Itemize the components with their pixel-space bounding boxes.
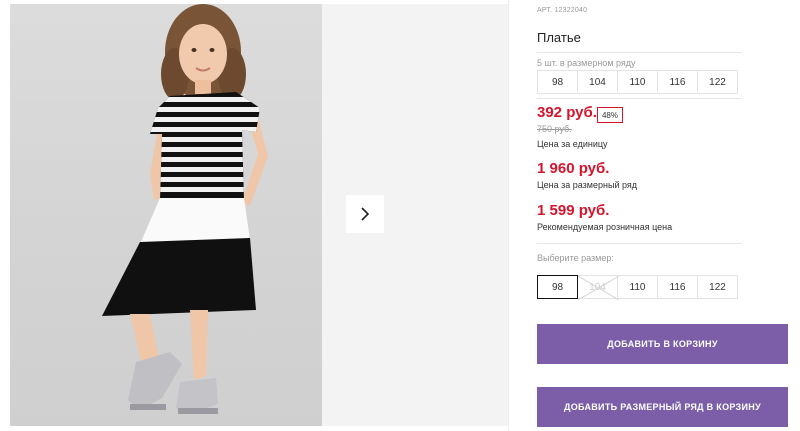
size-row-cell: 122: [697, 70, 738, 94]
size-option-122[interactable]: 122: [697, 275, 738, 299]
size-row-grid: 98 104 110 116 122: [537, 70, 738, 94]
choose-size-label: Выберите размер:: [537, 253, 614, 263]
product-gallery: [0, 0, 508, 431]
product-title: Платье: [537, 30, 581, 45]
unit-price: 392 руб.: [537, 104, 597, 121]
old-price: 750 руб.: [537, 124, 572, 134]
size-option-116[interactable]: 116: [657, 275, 698, 299]
add-size-row-to-cart-button[interactable]: ДОБАВИТЬ РАЗМЕРНЫЙ РЯД В КОРЗИНУ: [537, 387, 788, 427]
separator: [537, 52, 742, 53]
rrp-price: 1 599 руб.: [537, 202, 610, 219]
unit-price-label: Цена за единицу: [537, 139, 608, 149]
separator: [537, 243, 742, 244]
article-number: АРТ. 12322040: [537, 7, 588, 14]
size-row-cell: 104: [577, 70, 618, 94]
separator: [537, 98, 742, 99]
size-row-cell: 110: [617, 70, 658, 94]
size-row-cell: 116: [657, 70, 698, 94]
size-selector: 98 104 110 116 122: [537, 275, 738, 300]
unavailable-cross-icon: [578, 276, 619, 300]
rrp-price-label: Рекомендуемая розничная цена: [537, 222, 673, 232]
size-row-note: 5 шт. в размерном ряду: [537, 58, 636, 68]
product-photo-illustration: [102, 4, 268, 414]
discount-badge: 48%: [597, 107, 623, 123]
size-row-cell: 98: [537, 70, 578, 94]
row-price-label: Цена за размерный ряд: [537, 180, 638, 190]
product-info: АРТ. 12322040 Платье 5 шт. в размерном р…: [537, 0, 792, 431]
size-option-104[interactable]: 104: [577, 275, 619, 300]
row-price: 1 960 руб.: [537, 160, 610, 177]
size-option-98[interactable]: 98: [537, 275, 578, 299]
add-to-cart-button[interactable]: ДОБАВИТЬ В КОРЗИНУ: [537, 324, 788, 364]
next-image-button[interactable]: [346, 195, 384, 233]
size-option-110[interactable]: 110: [617, 275, 658, 299]
panel-divider: [508, 0, 509, 431]
product-photo[interactable]: [10, 4, 322, 426]
chevron-right-icon: [361, 207, 370, 221]
